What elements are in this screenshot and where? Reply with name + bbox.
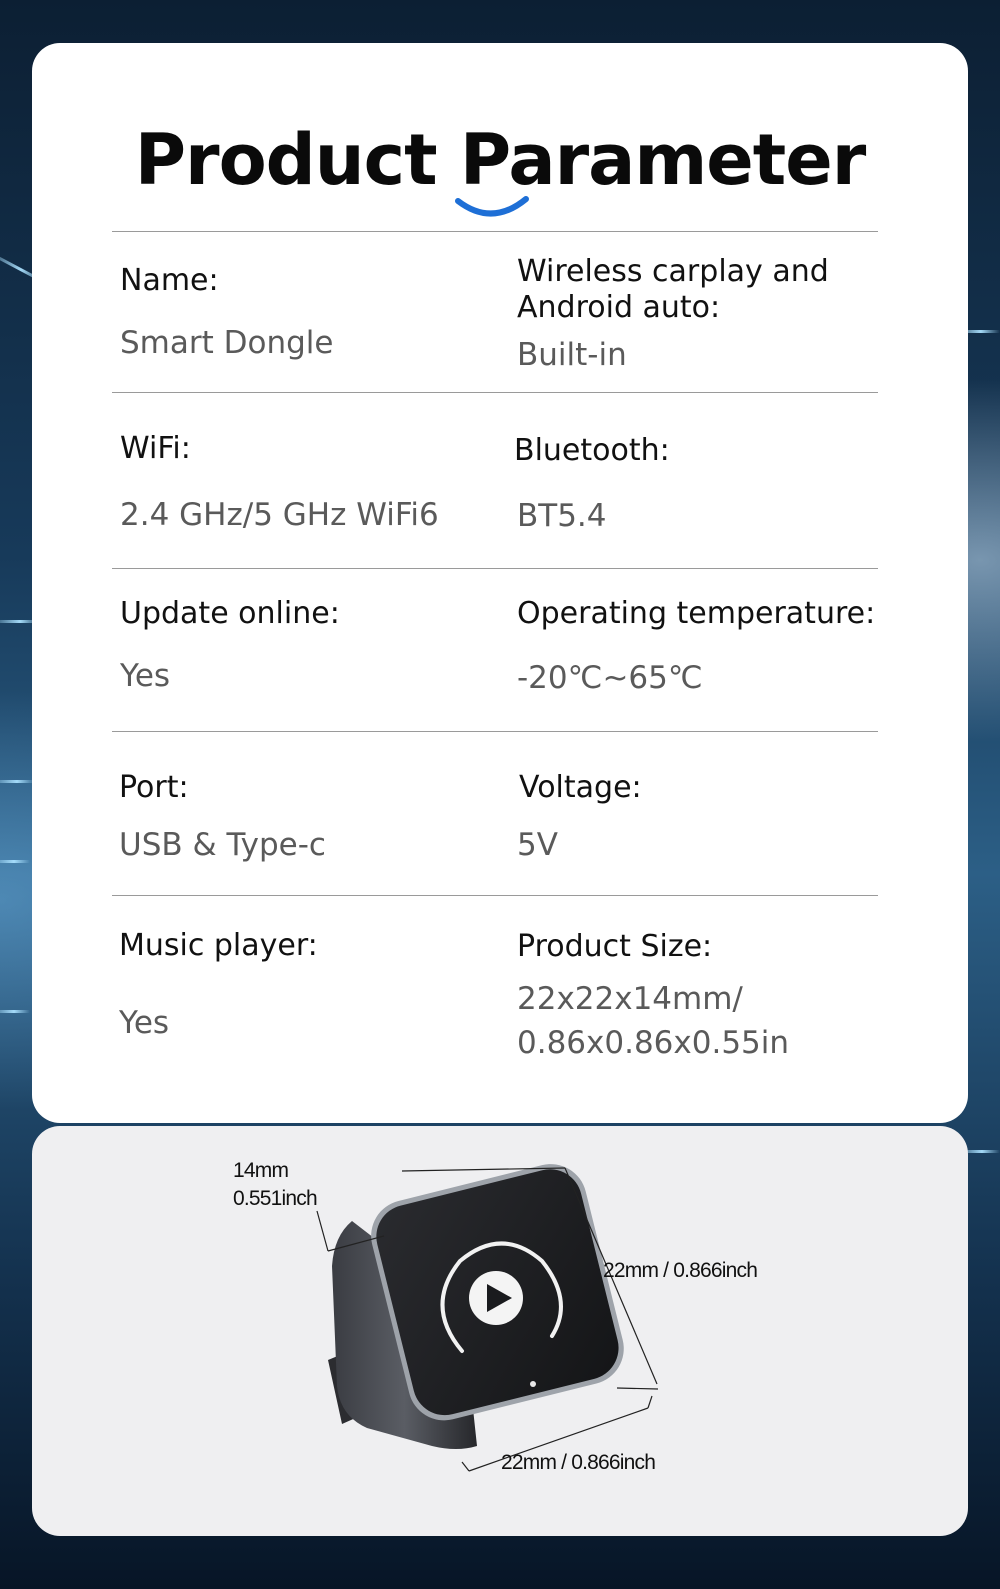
wifi-value: 2.4 GHz/5 GHz WiFi6 xyxy=(120,497,439,533)
light-streak xyxy=(0,780,35,783)
wireless-value: Built-in xyxy=(517,337,627,373)
spec-card: Product Parameter Name: Smart Dongle Wir… xyxy=(32,43,968,1123)
temperature-value: -20℃~65℃ xyxy=(517,660,703,696)
update-value: Yes xyxy=(120,658,171,694)
size-label: Product Size: xyxy=(517,929,713,964)
light-streak xyxy=(0,860,30,863)
name-value: Smart Dongle xyxy=(120,325,334,361)
height-dimension-label: 22mm / 0.866inch xyxy=(603,1259,758,1282)
divider xyxy=(112,568,878,569)
wireless-label-line1: Wireless carplay and xyxy=(517,254,829,289)
smile-curve-icon xyxy=(455,196,529,217)
size-value-line1: 22x22x14mm/ xyxy=(517,981,743,1017)
wifi-label: WiFi: xyxy=(120,431,191,466)
music-value: Yes xyxy=(119,1005,170,1041)
page-title: Product Parameter xyxy=(134,119,866,201)
depth-mm-label: 14mm xyxy=(233,1159,289,1182)
width-dimension-label: 22mm / 0.866inch xyxy=(501,1451,656,1474)
depth-inch-label: 0.551inch xyxy=(233,1187,318,1210)
voltage-label: Voltage: xyxy=(519,770,642,805)
dimension-card: 14mm 0.551inch 22mm / 0.866inch 22mm / 0… xyxy=(32,1126,968,1536)
divider xyxy=(112,895,878,896)
temperature-label: Operating temperature: xyxy=(517,596,876,631)
light-streak xyxy=(0,1010,30,1013)
size-value-line2: 0.86x0.86x0.55in xyxy=(517,1025,790,1061)
update-label: Update online: xyxy=(120,596,340,631)
music-label: Music player: xyxy=(119,928,318,963)
port-value: USB & Type-c xyxy=(119,827,326,863)
led-dot xyxy=(530,1381,536,1387)
divider xyxy=(112,731,878,732)
device-diagram xyxy=(316,1164,659,1472)
voltage-value: 5V xyxy=(517,827,558,863)
name-label: Name: xyxy=(120,263,219,298)
wireless-label-line2: Android auto: xyxy=(517,290,721,325)
divider xyxy=(112,231,878,232)
port-label: Port: xyxy=(119,770,189,805)
divider xyxy=(112,392,878,393)
bluetooth-label: Bluetooth: xyxy=(514,433,670,468)
bluetooth-value: BT5.4 xyxy=(517,498,607,534)
